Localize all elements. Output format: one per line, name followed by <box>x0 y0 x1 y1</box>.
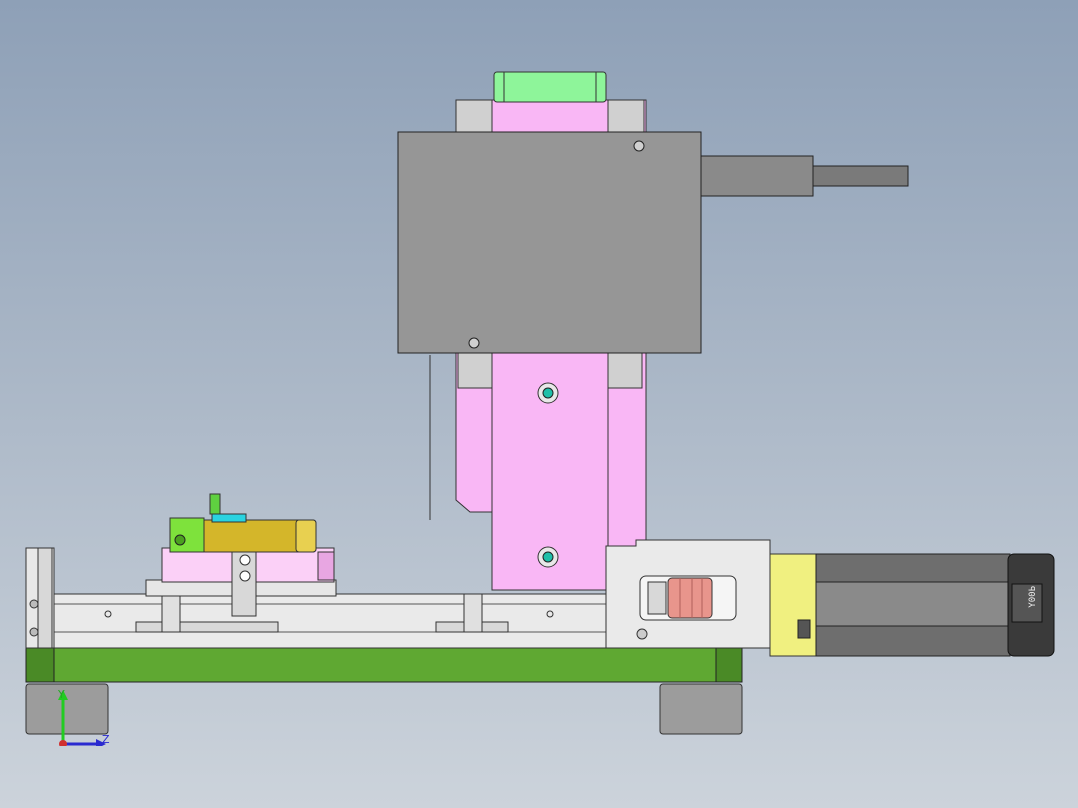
top-cap <box>493 71 607 103</box>
stepper-motor <box>769 553 1055 657</box>
triad-z-label: Z <box>102 733 110 746</box>
right-foot <box>659 683 743 735</box>
cylinder-body <box>397 131 702 354</box>
motor-label: Y00Ь <box>1028 586 1038 608</box>
cad-viewport[interactable]: Y00Ь Y Z <box>0 0 1078 808</box>
left-end-block <box>25 547 55 649</box>
triad-y-label: Y <box>58 688 65 701</box>
motor-mount <box>605 539 771 649</box>
base-plate <box>25 647 743 683</box>
piston-rod <box>700 155 909 197</box>
base-feet <box>25 683 743 735</box>
linear-rail <box>53 593 607 649</box>
cad-model[interactable] <box>0 0 1078 808</box>
